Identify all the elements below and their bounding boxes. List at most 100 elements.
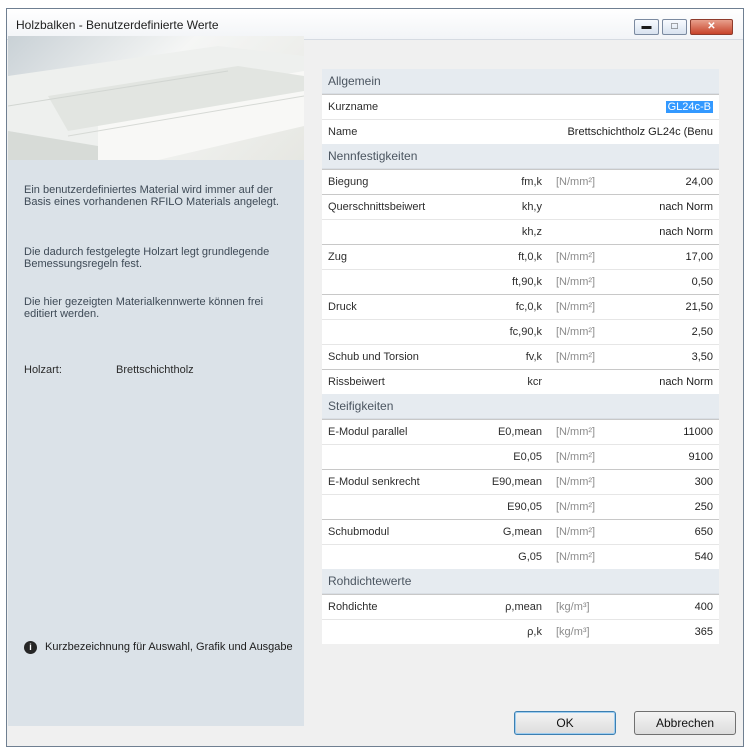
property-unit: [N/mm²] bbox=[556, 451, 596, 463]
property-symbol: ρ,mean bbox=[505, 601, 542, 613]
property-symbol: kh,y bbox=[521, 201, 542, 213]
property-name: Biegung bbox=[328, 176, 369, 188]
info-paragraph-3: Die hier gezeigten Materialkennwerte kön… bbox=[24, 296, 264, 320]
property-unit: [kg/m³] bbox=[556, 601, 590, 613]
property-symbol: G,05 bbox=[518, 551, 542, 563]
property-unit: [N/mm²] bbox=[556, 426, 596, 438]
minimize-icon: ▬ bbox=[641, 21, 652, 32]
property-unit: [N/mm²] bbox=[556, 276, 596, 288]
maximize-button[interactable]: □ bbox=[662, 19, 687, 35]
property-unit: [N/mm²] bbox=[556, 326, 596, 338]
table-row[interactable]: fc,90,k [N/mm²] 2,50 bbox=[322, 319, 719, 344]
wood-type-label: Holzart: bbox=[24, 364, 62, 376]
timber-image bbox=[8, 36, 304, 160]
row-kurzname[interactable]: Kurzname GL24c-B bbox=[322, 94, 719, 119]
property-value[interactable]: 365 bbox=[623, 620, 713, 644]
property-name: Querschnittsbeiwert bbox=[328, 201, 426, 213]
property-symbol: E0,mean bbox=[497, 426, 542, 438]
property-value[interactable]: 540 bbox=[623, 545, 713, 569]
hint-text: Kurzbezeichnung für Auswahl, Grafik und … bbox=[45, 641, 293, 653]
table-row[interactable]: G,05 [N/mm²] 540 bbox=[322, 544, 719, 569]
property-value[interactable]: 400 bbox=[623, 595, 713, 619]
property-name: E-Modul senkrecht bbox=[328, 476, 420, 488]
table-row[interactable]: ρ,k [kg/m³] 365 bbox=[322, 619, 719, 644]
close-button[interactable]: ✕ bbox=[690, 19, 733, 35]
info-paragraph-1: Ein benutzerdefiniertes Material wird im… bbox=[24, 184, 279, 208]
table-row[interactable]: Druck fc,0,k [N/mm²] 21,50 bbox=[322, 294, 719, 319]
info-icon: i bbox=[24, 641, 37, 654]
section-rohdichtewerte: Rohdichtewerte bbox=[322, 569, 719, 594]
minimize-button[interactable]: ▬ bbox=[634, 19, 659, 35]
property-value[interactable]: 24,00 bbox=[623, 170, 713, 194]
table-row[interactable]: Querschnittsbeiwert kh,y nach Norm bbox=[322, 194, 719, 219]
property-value[interactable]: 250 bbox=[623, 495, 713, 519]
property-name: Druck bbox=[328, 301, 357, 313]
property-unit: [N/mm²] bbox=[556, 476, 596, 488]
name-value[interactable]: Brettschichtholz GL24c (Benu bbox=[493, 120, 713, 144]
property-value[interactable]: 9100 bbox=[623, 445, 713, 469]
property-symbol: kh,z bbox=[521, 226, 542, 238]
property-unit: [N/mm²] bbox=[556, 251, 596, 263]
property-value[interactable]: nach Norm bbox=[623, 195, 713, 219]
table-row[interactable]: E90,05 [N/mm²] 250 bbox=[322, 494, 719, 519]
section-allgemein: Allgemein bbox=[322, 69, 719, 94]
property-value[interactable]: 300 bbox=[623, 470, 713, 494]
property-name: Zug bbox=[328, 251, 347, 263]
name-label: Name bbox=[328, 126, 358, 138]
property-name: E-Modul parallel bbox=[328, 426, 408, 438]
window-title: Holzbalken - Benutzerdefinierte Werte bbox=[16, 18, 219, 32]
property-value[interactable]: 11000 bbox=[623, 420, 713, 444]
property-name: Rissbeiwert bbox=[328, 376, 385, 388]
property-name: Schub und Torsion bbox=[328, 351, 419, 363]
property-symbol: fc,0,k bbox=[515, 301, 542, 313]
property-symbol: kcr bbox=[527, 376, 542, 388]
property-unit: [N/mm²] bbox=[556, 551, 596, 563]
property-symbol: ρ,k bbox=[527, 626, 542, 638]
property-unit: [N/mm²] bbox=[556, 301, 596, 313]
property-symbol: E90,mean bbox=[491, 476, 542, 488]
row-name[interactable]: Name Brettschichtholz GL24c (Benu bbox=[322, 119, 719, 144]
table-row[interactable]: Biegung fm,k [N/mm²] 24,00 bbox=[322, 169, 719, 194]
property-symbol: E0,05 bbox=[513, 451, 542, 463]
table-row[interactable]: Rissbeiwert kcr nach Norm bbox=[322, 369, 719, 394]
property-name: Schubmodul bbox=[328, 526, 390, 538]
property-value[interactable]: 17,00 bbox=[623, 245, 713, 269]
cancel-button[interactable]: Abbrechen bbox=[634, 711, 736, 735]
property-value[interactable]: 0,50 bbox=[623, 270, 713, 294]
kurzname-field[interactable]: GL24c-B bbox=[493, 95, 713, 119]
property-value[interactable]: 3,50 bbox=[623, 345, 713, 369]
property-unit: [N/mm²] bbox=[556, 526, 596, 538]
property-value[interactable]: nach Norm bbox=[623, 370, 713, 394]
kurzname-value[interactable]: GL24c-B bbox=[665, 101, 713, 113]
section-nennfestigkeiten: Nennfestigkeiten bbox=[322, 144, 719, 169]
property-value[interactable]: 650 bbox=[623, 520, 713, 544]
property-value[interactable]: 2,50 bbox=[623, 320, 713, 344]
table-row[interactable]: E-Modul senkrecht E90,mean [N/mm²] 300 bbox=[322, 469, 719, 494]
property-symbol: ft,0,k bbox=[518, 251, 542, 263]
ok-button[interactable]: OK bbox=[514, 711, 616, 735]
section-steifigkeiten: Steifigkeiten bbox=[322, 394, 719, 419]
close-icon: ✕ bbox=[707, 21, 716, 32]
property-unit: [kg/m³] bbox=[556, 626, 590, 638]
table-row[interactable]: kh,z nach Norm bbox=[322, 219, 719, 244]
table-row[interactable]: E0,05 [N/mm²] 9100 bbox=[322, 444, 719, 469]
property-symbol: G,mean bbox=[502, 526, 542, 538]
properties-grid: Allgemein Kurzname GL24c-B Name Brettsch… bbox=[322, 69, 719, 619]
table-row[interactable]: Rohdichte ρ,mean [kg/m³] 400 bbox=[322, 594, 719, 619]
info-paragraph-2: Die dadurch festgelegte Holzart legt gru… bbox=[24, 246, 270, 270]
property-symbol: fv,k bbox=[525, 351, 542, 363]
timber-beams-graphic bbox=[8, 46, 304, 160]
property-symbol: ft,90,k bbox=[512, 276, 542, 288]
property-symbol: fc,90,k bbox=[509, 326, 542, 338]
table-row[interactable]: Zug ft,0,k [N/mm²] 17,00 bbox=[322, 244, 719, 269]
table-row[interactable]: ft,90,k [N/mm²] 0,50 bbox=[322, 269, 719, 294]
table-row[interactable]: Schub und Torsion fv,k [N/mm²] 3,50 bbox=[322, 344, 719, 369]
property-name: Rohdichte bbox=[328, 601, 378, 613]
table-row[interactable]: Schubmodul G,mean [N/mm²] 650 bbox=[322, 519, 719, 544]
property-unit: [N/mm²] bbox=[556, 351, 596, 363]
property-value[interactable]: nach Norm bbox=[623, 220, 713, 244]
property-value[interactable]: 21,50 bbox=[623, 295, 713, 319]
wood-type-value: Brettschichtholz bbox=[116, 364, 194, 376]
property-symbol: fm,k bbox=[521, 176, 542, 188]
table-row[interactable]: E-Modul parallel E0,mean [N/mm²] 11000 bbox=[322, 419, 719, 444]
